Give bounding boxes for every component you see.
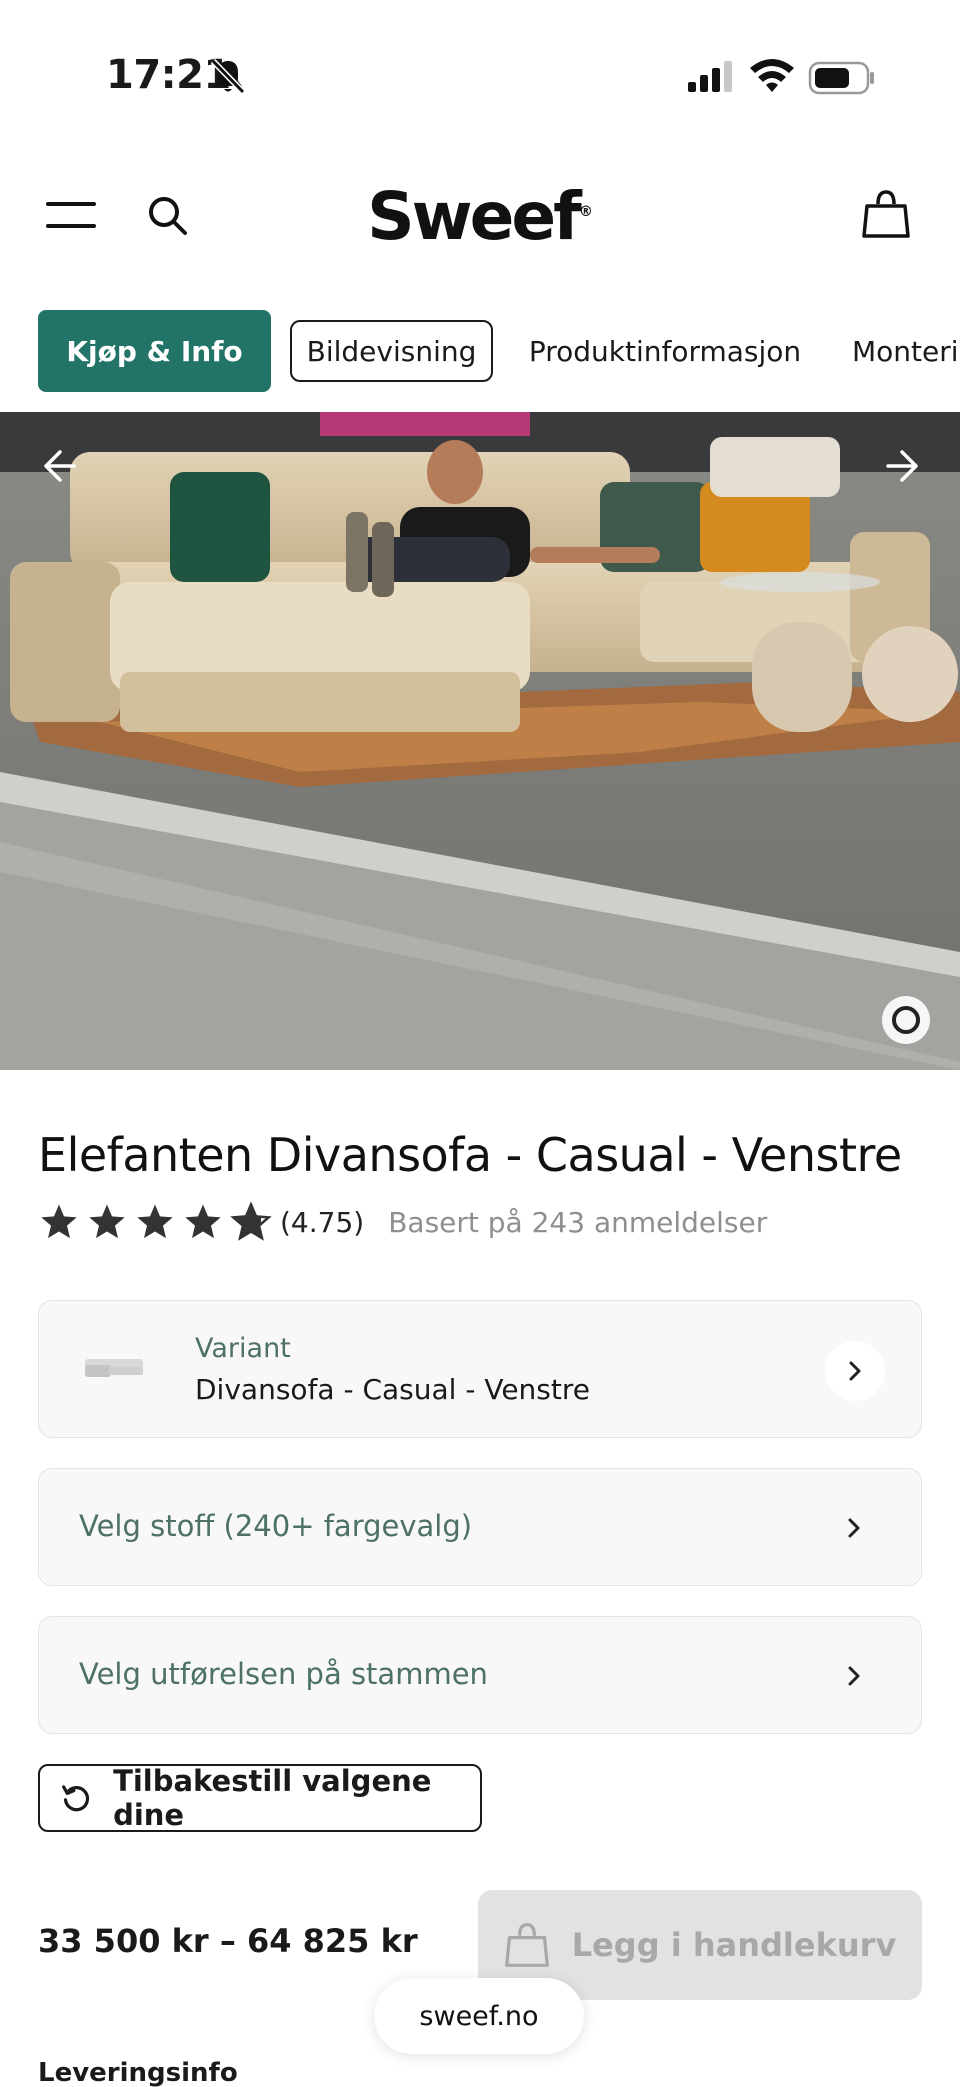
sofa-thumbnail [85, 1359, 143, 1377]
product-rating[interactable]: (4.75) Basert på 243 anmeldelser [38, 1202, 767, 1242]
arrow-right-icon[interactable] [884, 446, 924, 486]
reset-selections-button[interactable]: Tilbakestill valgene dine [38, 1764, 482, 1832]
cellular-signal-icon [688, 61, 732, 92]
shopping-bag-icon[interactable] [862, 188, 910, 240]
variant-chevron-button[interactable] [825, 1341, 885, 1401]
star-icon [89, 1204, 125, 1239]
fabric-selector-label: Velg stoff (240+ fargevalg) [79, 1509, 473, 1543]
shopping-bag-icon [504, 1923, 549, 1967]
view-in-room-icon[interactable] [880, 994, 932, 1046]
battery-icon [808, 61, 874, 95]
wifi-icon [750, 59, 794, 92]
fabric-selector[interactable]: Velg stoff (240+ fargevalg) [38, 1468, 922, 1586]
product-photo [0, 412, 960, 1070]
add-to-cart-label: Legg i handlekurv [571, 1926, 897, 1964]
price-range: 33 500 kr – 64 825 kr [38, 1922, 418, 1960]
star-icon [137, 1204, 173, 1239]
chevron-right-icon [848, 1518, 860, 1538]
chevron-right-icon [849, 1361, 861, 1381]
variant-value: Divansofa - Casual - Venstre [195, 1373, 590, 1406]
site-logo[interactable]: Sweef® [0, 178, 960, 255]
product-title: Elefanten Divansofa - Casual - Venstre [38, 1128, 902, 1182]
rating-value: (4.75) [280, 1205, 365, 1239]
logo-text: Sweef [367, 178, 582, 255]
tab-kjop-info[interactable]: Kjøp & Info [38, 310, 271, 392]
reset-icon [62, 1785, 90, 1812]
bell-muted-icon [210, 58, 246, 95]
stem-finish-selector[interactable]: Velg utførelsen på stammen [38, 1616, 922, 1734]
star-three-quarter-icon [230, 1202, 272, 1241]
chevron-right-icon [848, 1666, 860, 1686]
delivery-info-heading: Leveringsinfo [38, 2058, 238, 2087]
rating-stars [38, 1202, 272, 1242]
site-header: Sweef® [0, 160, 960, 270]
logo-mark: ® [578, 204, 593, 220]
tab-bildevisning[interactable]: Bildevisning [290, 320, 493, 382]
status-bar: 17:21 [0, 0, 960, 130]
arrow-left-icon[interactable] [38, 446, 78, 486]
variant-selector[interactable]: Variant Divansofa - Casual - Venstre [38, 1300, 922, 1438]
product-image-gallery[interactable] [0, 412, 960, 1070]
browser-url-pill[interactable]: sweef.no [374, 1978, 584, 2054]
section-tabs: Kjøp & Info Bildevisning Produktinformas… [0, 310, 960, 392]
stem-finish-label: Velg utførelsen på stammen [79, 1657, 488, 1691]
star-icon [41, 1204, 77, 1239]
variant-label: Variant [195, 1333, 291, 1364]
rating-count[interactable]: Basert på 243 anmeldelser [388, 1206, 767, 1239]
tab-produktinformasjon[interactable]: Produktinformasjon [529, 310, 801, 392]
star-icon [185, 1204, 221, 1239]
tab-montering[interactable]: Monteri [852, 310, 960, 392]
reset-label: Tilbakestill valgene dine [113, 1764, 432, 1832]
